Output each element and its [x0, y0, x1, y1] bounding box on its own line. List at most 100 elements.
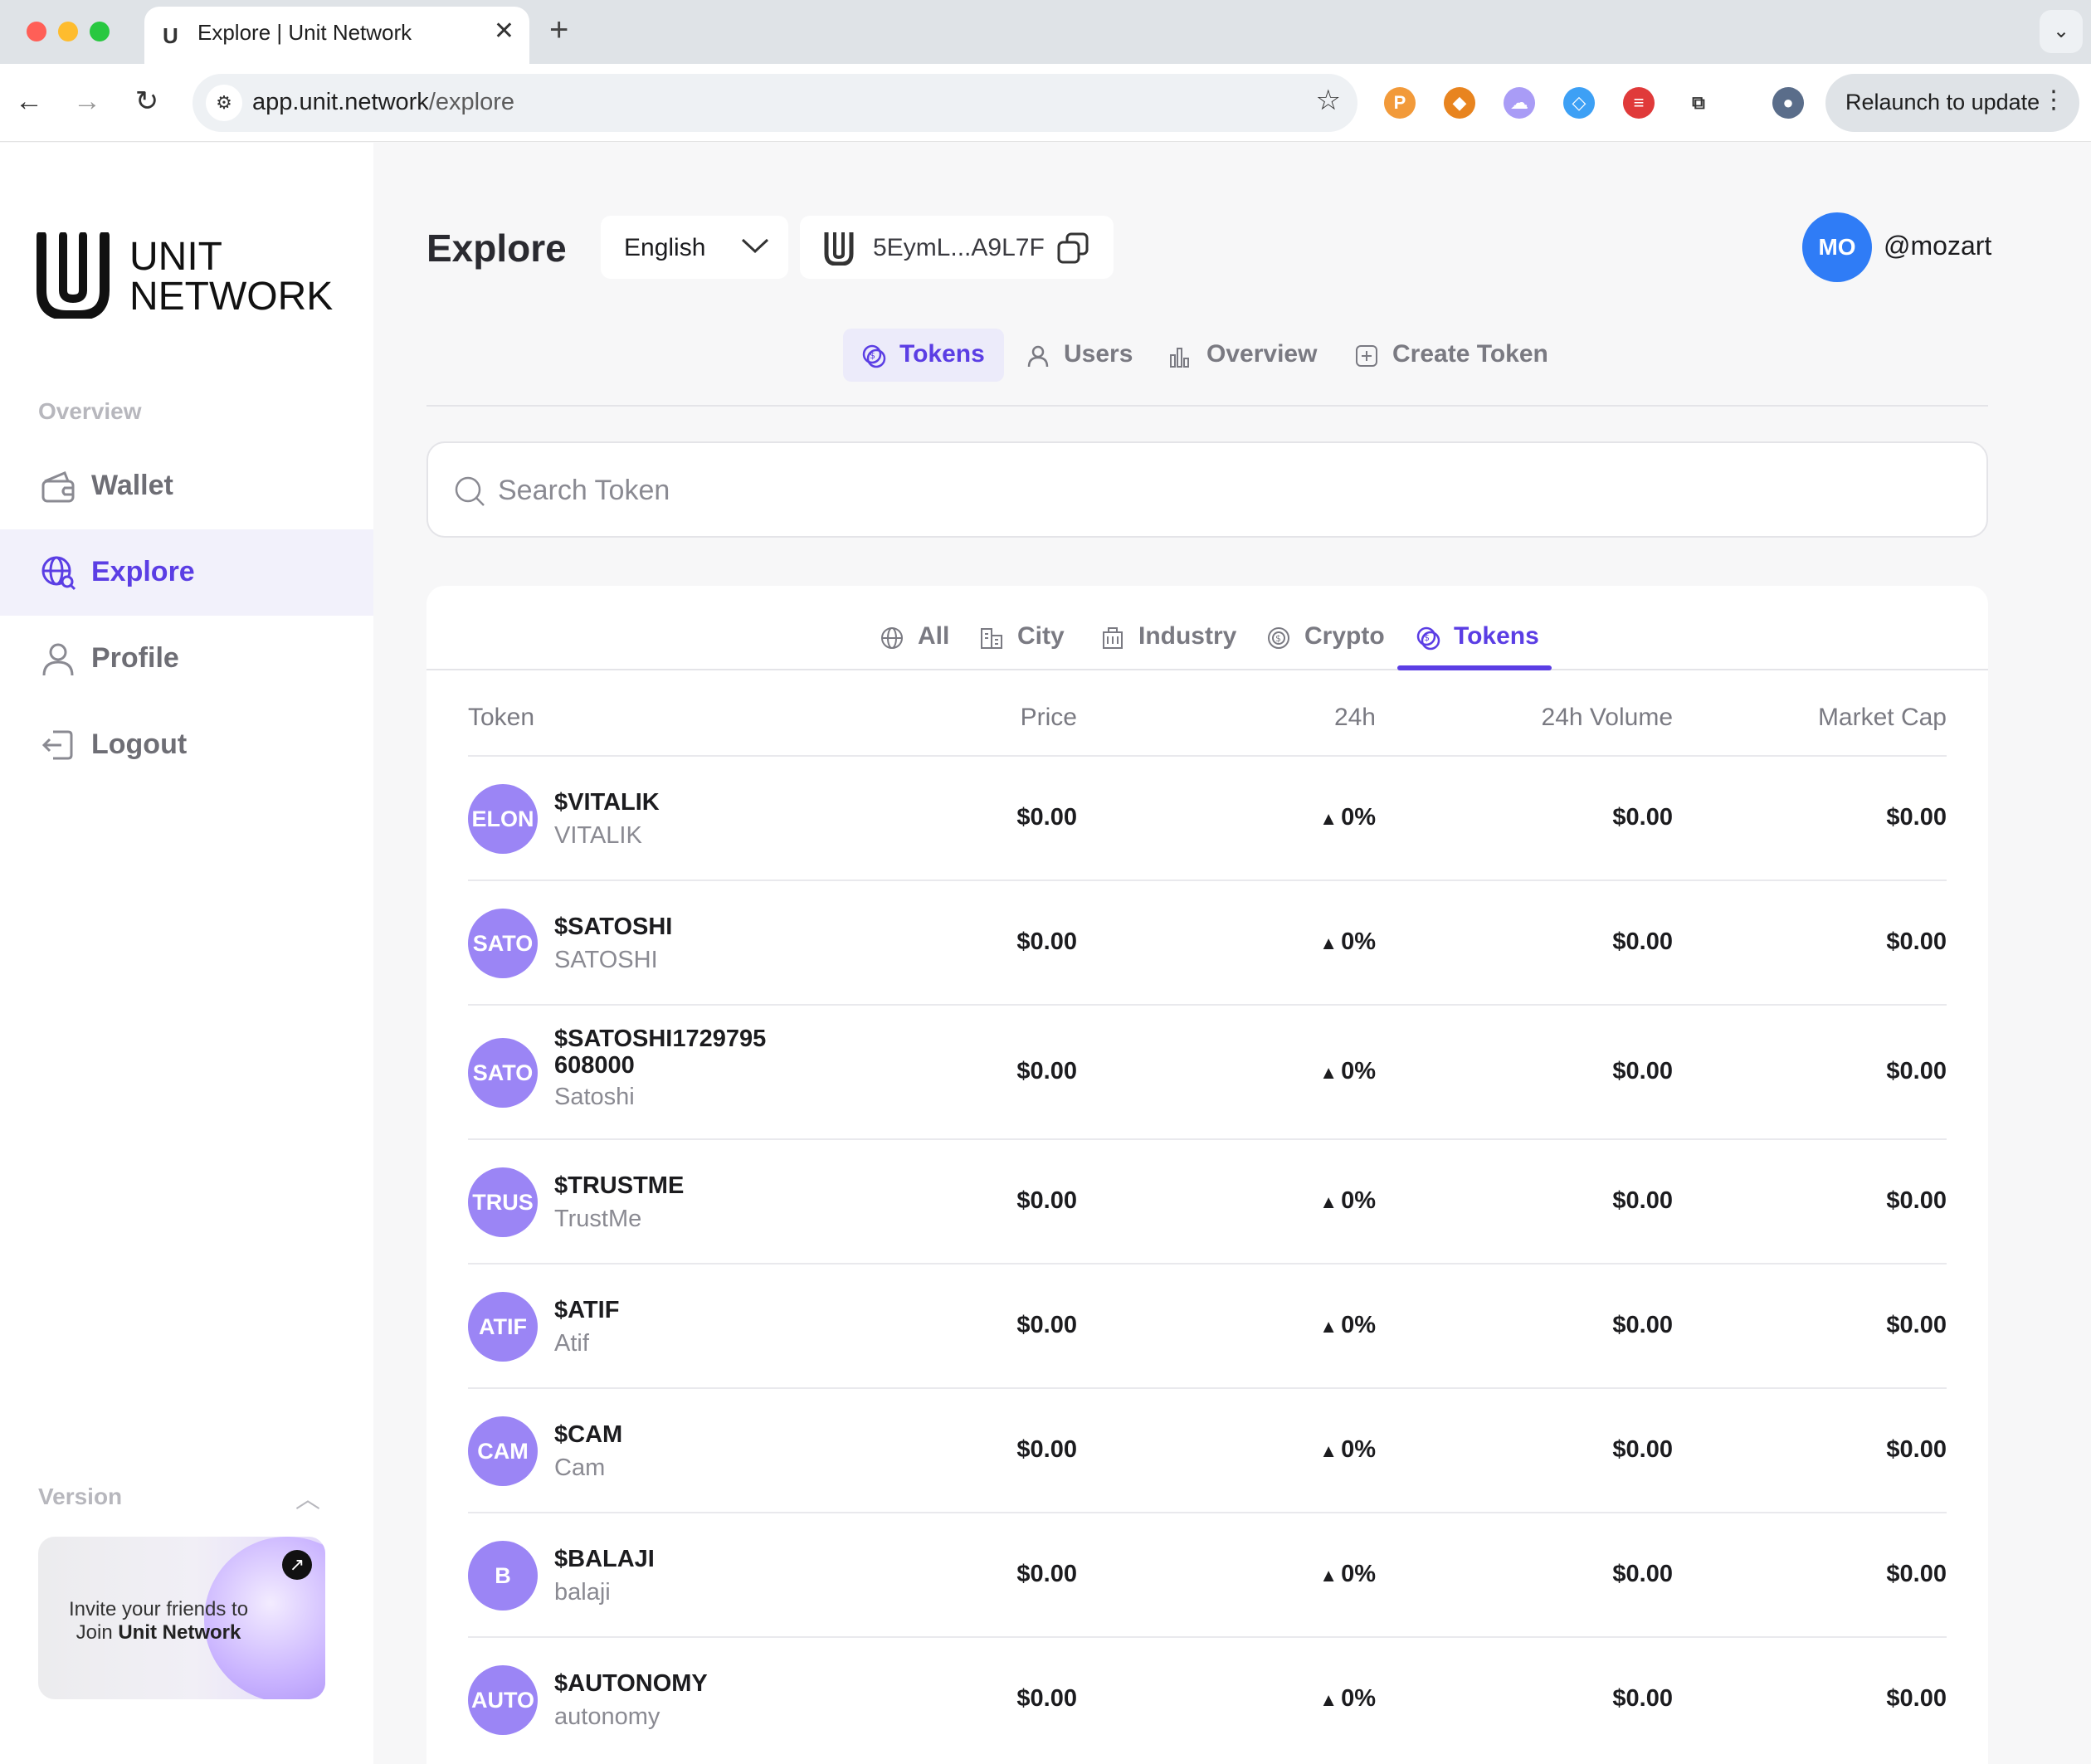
token-price: $0.00 [1016, 1436, 1077, 1463]
triangle-up-icon: ▲ [1319, 808, 1338, 829]
sidebar-item-explore[interactable]: Explore [0, 529, 373, 616]
token-volume: $0.00 [1612, 1312, 1673, 1338]
browser-tab[interactable]: U Explore | Unit Network ✕ [144, 7, 529, 64]
language-select[interactable]: English [601, 216, 788, 279]
globe-icon [881, 627, 903, 649]
version-label[interactable]: Version [38, 1484, 122, 1510]
extensions-puzzle-icon[interactable]: ⧉ [1683, 87, 1714, 119]
copy-icon[interactable] [1055, 231, 1090, 266]
column-header-price[interactable]: Price [1021, 704, 1077, 732]
token-price: $0.00 [1016, 1685, 1077, 1712]
table-row[interactable]: B $BALAJI balaji $0.00 ▲ 0% $0.00 $0.00 [468, 1512, 1947, 1636]
metamask-fox-icon[interactable]: ◆ [1444, 87, 1475, 119]
token-market-cap: $0.00 [1886, 1058, 1947, 1084]
token-symbol: $CAM [554, 1421, 623, 1448]
chevron-up-icon[interactable]: ︿ [295, 1479, 320, 1515]
search-input[interactable] [498, 466, 1908, 514]
red-extension-icon[interactable]: ≡ [1623, 87, 1655, 119]
arrow-up-right-icon[interactable]: ↗ [282, 1550, 312, 1580]
token-name: SATOSHI [554, 947, 658, 973]
token-volume: $0.00 [1612, 928, 1673, 955]
browser-toolbar: ← → ↻ ⚙ app.unit.network/explore ☆ P ◆ ☁… [0, 64, 2091, 142]
tab-label: Overview [1206, 340, 1318, 368]
tab-favicon-icon: U [163, 23, 178, 48]
table-row[interactable]: ATIF $ATIF Atif $0.00 ▲ 0% $0.00 $0.00 [468, 1263, 1947, 1387]
column-header-24h[interactable]: 24h [1334, 704, 1376, 732]
extension-p-icon[interactable]: P [1384, 87, 1416, 119]
column-header-market-cap[interactable]: Market Cap [1818, 704, 1947, 732]
token-search[interactable] [426, 441, 1988, 538]
tab-create-token[interactable]: Create Token [1336, 329, 1552, 382]
username[interactable]: @mozart [1884, 231, 1991, 261]
token-avatar: SATO [468, 909, 538, 978]
tab-close-icon[interactable]: ✕ [494, 17, 514, 46]
table-header: Token Price 24h 24h Volume Market Cap [468, 704, 1947, 750]
tab-overview[interactable]: Overview [1150, 329, 1318, 382]
table-row[interactable]: TRUS $TRUSTME TrustMe $0.00 ▲ 0% $0.00 $0.00 [468, 1138, 1947, 1263]
reload-icon[interactable]: ↻ [126, 80, 168, 122]
user-icon [42, 643, 74, 676]
triangle-up-icon: ▲ [1319, 1062, 1338, 1083]
table-row[interactable]: AUTO $AUTONOMY autonomy $0.00 ▲ 0% $0.00 $0.00 [468, 1636, 1947, 1761]
address-url: app.unit.network/explore [252, 89, 514, 116]
token-change-24h: ▲ 0% [1319, 1436, 1376, 1464]
sidebar-item-label: Profile [91, 642, 179, 674]
table-row[interactable]: SATO $SATOSHI1729795608000 Satoshi $0.00 ▲ 0%… [468, 1004, 1947, 1138]
wallet-address-pill[interactable]: 5EymL...A9L7F [800, 216, 1114, 279]
sidebar: UNIT NETWORK Overview Wallet Explore Pro… [0, 143, 373, 1764]
building-icon [1103, 627, 1123, 649]
invite-text: Invite your friends to Join Unit Network [63, 1598, 254, 1645]
crypto-icon: $ [1268, 627, 1289, 649]
bookmark-star-icon[interactable]: ☆ [1316, 84, 1341, 117]
table-row[interactable]: CAM $CAM Cam $0.00 ▲ 0% $0.00 $0.00 [468, 1387, 1947, 1512]
triangle-up-icon: ▲ [1319, 1440, 1338, 1461]
token-avatar: AUTO [468, 1665, 538, 1735]
sidebar-item-profile[interactable]: Profile [0, 616, 373, 702]
relaunch-button[interactable]: Relaunch to update ⋮ [1825, 74, 2079, 132]
close-window-button[interactable] [27, 22, 46, 41]
column-header-volume[interactable]: 24h Volume [1542, 704, 1673, 732]
token-avatar: CAM [468, 1416, 538, 1486]
coin-icon: $ [1416, 626, 1440, 651]
token-avatar: SATO [468, 1038, 538, 1108]
explore-tabs: $ Tokens Users Overview Create Token [426, 329, 1988, 407]
token-price: $0.00 [1016, 1561, 1077, 1587]
forward-arrow-icon[interactable]: → [66, 80, 108, 122]
triangle-up-icon: ▲ [1319, 1316, 1338, 1337]
maximize-window-button[interactable] [90, 22, 110, 41]
user-avatar[interactable]: MO [1802, 212, 1872, 282]
kebab-menu-icon[interactable]: ⋮ [2041, 85, 2066, 115]
token-volume: $0.00 [1612, 1436, 1673, 1463]
category-tab-label: All [918, 622, 950, 650]
token-change-24h: ▲ 0% [1319, 1312, 1376, 1339]
column-header-token[interactable]: Token [468, 704, 534, 732]
tab-users[interactable]: Users [1007, 329, 1140, 382]
tab-search-chevron-icon[interactable]: ⌄ [2040, 10, 2083, 53]
ghost-extension-icon[interactable]: ☁ [1504, 87, 1535, 119]
new-tab-icon[interactable]: + [549, 12, 568, 49]
plus-square-icon [1356, 345, 1377, 367]
language-value: English [624, 234, 706, 261]
site-settings-icon[interactable]: ⚙ [206, 85, 242, 121]
table-row[interactable]: ELON $VITALIK VITALIK $0.00 ▲ 0% $0.00 $0.00 [468, 755, 1947, 880]
token-change-24h: ▲ 0% [1319, 928, 1376, 956]
token-price: $0.00 [1016, 1187, 1077, 1214]
tab-tokens[interactable]: $ Tokens [843, 329, 1004, 382]
token-volume: $0.00 [1612, 1187, 1673, 1214]
brand-line-2: NETWORK [129, 275, 334, 319]
sidebar-item-label: Logout [91, 729, 188, 760]
token-symbol: $ATIF [554, 1297, 620, 1323]
logout-icon [41, 730, 73, 760]
minimize-window-button[interactable] [58, 22, 78, 41]
token-symbol: $TRUSTME [554, 1172, 685, 1199]
profile-avatar-icon[interactable]: ● [1772, 87, 1804, 119]
address-bar[interactable]: ⚙ app.unit.network/explore ☆ [193, 74, 1357, 132]
back-arrow-icon[interactable]: ← [8, 80, 50, 122]
token-name: VITALIK [554, 822, 642, 849]
invite-card[interactable]: ↗ Invite your friends to Join Unit Netwo… [38, 1537, 325, 1699]
sidebar-item-logout[interactable]: Logout [0, 702, 373, 788]
sidebar-item-wallet[interactable]: Wallet [0, 443, 373, 529]
diamond-extension-icon[interactable]: ◇ [1563, 87, 1595, 119]
change-value: 0% [1341, 928, 1376, 955]
table-row[interactable]: SATO $SATOSHI SATOSHI $0.00 ▲ 0% $0.00 $0.00 [468, 880, 1947, 1004]
